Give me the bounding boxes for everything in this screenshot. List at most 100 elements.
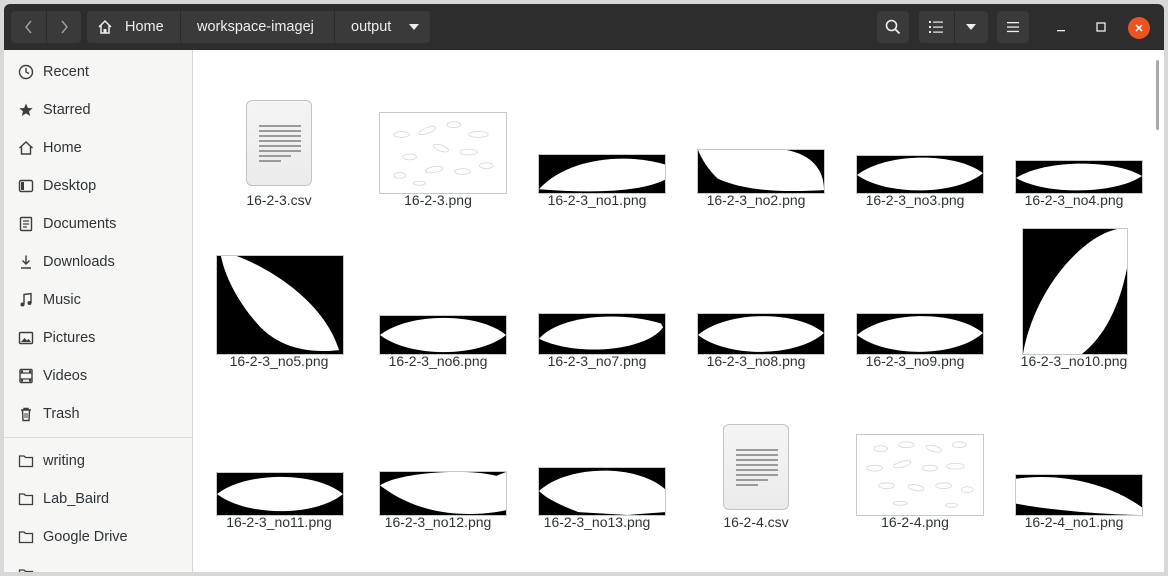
- sidebar-item-trash[interactable]: Trash: [4, 395, 192, 433]
- breadcrumb-home[interactable]: Home: [87, 11, 181, 43]
- sidebar-item-music[interactable]: Music: [4, 281, 192, 319]
- file-name: 16-2-4.csv: [723, 514, 789, 530]
- sidebar-item-label: Music: [43, 292, 81, 308]
- sidebar-item-downloads[interactable]: Downloads: [4, 243, 192, 281]
- picture-icon: [18, 330, 34, 346]
- file-item[interactable]: 16-2-3_no11.png: [204, 372, 354, 532]
- document-icon: [18, 216, 34, 232]
- maximize-icon: [1096, 22, 1106, 32]
- sidebar-item-home[interactable]: Home: [4, 129, 192, 167]
- sidebar-item-videos[interactable]: Videos: [4, 357, 192, 395]
- csv-document-icon: [723, 424, 789, 510]
- close-button[interactable]: [1128, 17, 1150, 39]
- sidebar-item-google-drive[interactable]: Google Drive: [4, 518, 192, 556]
- image-thumbnail: [697, 149, 825, 194]
- file-item[interactable]: 16-2-3_no8.png: [681, 211, 831, 371]
- menu-button[interactable]: [997, 11, 1029, 43]
- sidebar-item-label: Home: [43, 140, 82, 156]
- file-item[interactable]: 16-2-3_no7.png: [522, 211, 672, 371]
- sidebar-item-label: Videos: [43, 368, 88, 384]
- file-name: 16-2-3_no12.png: [384, 514, 492, 530]
- maximize-button[interactable]: [1089, 11, 1113, 43]
- chevron-down-icon: [966, 24, 977, 30]
- sidebar-item-pictures[interactable]: Pictures: [4, 319, 192, 357]
- sidebar-divider: [4, 437, 192, 438]
- file-name: 16-2-3_no6.png: [388, 353, 488, 369]
- sidebar-item-label: Documents: [43, 216, 117, 232]
- sidebar-item-label: Downloads: [43, 254, 115, 270]
- file-item[interactable]: 16-2-3.png: [363, 50, 513, 210]
- file-item[interactable]: 16-2-3_no4.png: [999, 50, 1149, 210]
- file-item[interactable]: 16-2-3_no10.png: [999, 211, 1149, 371]
- folder-icon: [18, 491, 34, 507]
- file-name: 16-2-3_no9.png: [865, 353, 965, 369]
- image-thumbnail: [538, 467, 666, 516]
- search-button[interactable]: [877, 11, 909, 43]
- view-dropdown-button[interactable]: [953, 11, 989, 43]
- list-view-icon: [929, 21, 944, 33]
- back-button[interactable]: [11, 11, 46, 43]
- scrollbar[interactable]: [1156, 60, 1159, 130]
- file-grid: 16-2-3.csv 16-2-3.png 16-2-3_no1.png 16-…: [194, 50, 1164, 572]
- image-thumbnail: [856, 434, 984, 516]
- sidebar-item-label: Pictures: [43, 330, 96, 346]
- chevron-right-icon: [61, 20, 68, 34]
- image-thumbnail: [1022, 228, 1128, 355]
- breadcrumb-label: workspace-imagej: [197, 19, 314, 35]
- csv-document-icon: [246, 100, 312, 186]
- breadcrumb-output[interactable]: output: [335, 11, 430, 43]
- clock-icon: [18, 64, 34, 80]
- file-item[interactable]: 16-2-3_no6.png: [363, 211, 513, 371]
- file-name: 16-2-3.csv: [246, 192, 312, 208]
- file-item[interactable]: 16-2-3_no3.png: [840, 50, 990, 210]
- sidebar-item-partial[interactable]: [4, 556, 192, 572]
- hamburger-menu-icon: [1007, 22, 1019, 33]
- image-thumbnail: [538, 154, 666, 194]
- sidebar-item-label: Recent: [43, 64, 89, 80]
- file-item[interactable]: 16-2-4_no1.png: [999, 372, 1149, 532]
- image-thumbnail: [1015, 160, 1143, 194]
- trash-icon: [18, 406, 34, 422]
- home-icon: [97, 19, 113, 35]
- file-name: 16-2-3_no5.png: [229, 353, 329, 369]
- file-item[interactable]: 16-2-3_no12.png: [363, 372, 513, 532]
- sidebar-item-recent[interactable]: Recent: [4, 53, 192, 91]
- sidebar-item-desktop[interactable]: Desktop: [4, 167, 192, 205]
- file-item[interactable]: 16-2-3_no9.png: [840, 211, 990, 371]
- folder-icon: [18, 529, 34, 545]
- breadcrumb-label: output: [351, 19, 392, 35]
- file-name: 16-2-3_no4.png: [1024, 192, 1124, 208]
- navigation-buttons: [11, 11, 81, 43]
- file-item[interactable]: 16-2-3.csv: [204, 50, 354, 210]
- sidebar-item-documents[interactable]: Documents: [4, 205, 192, 243]
- folder-icon: [18, 567, 34, 572]
- video-icon: [18, 368, 34, 384]
- file-item[interactable]: 16-2-3_no2.png: [681, 50, 831, 210]
- list-view-button[interactable]: [919, 11, 954, 43]
- minimize-icon: [1057, 30, 1065, 32]
- file-item[interactable]: 16-2-3_no1.png: [522, 50, 672, 210]
- home-icon: [18, 140, 34, 156]
- image-thumbnail: [1015, 474, 1143, 516]
- sidebar-item-starred[interactable]: Starred: [4, 91, 192, 129]
- image-thumbnail: [379, 112, 507, 194]
- breadcrumb-workspace-imagej[interactable]: workspace-imagej: [181, 11, 335, 43]
- file-item[interactable]: 16-2-3_no13.png: [522, 372, 672, 532]
- file-manager-window: Home workspace-imagej output Recent Star…: [4, 4, 1164, 572]
- image-thumbnail: [216, 472, 344, 516]
- sidebar-item-writing[interactable]: writing: [4, 442, 192, 480]
- file-item[interactable]: 16-2-4.png: [840, 372, 990, 532]
- header-bar: Home workspace-imagej output: [4, 4, 1164, 50]
- download-icon: [18, 254, 34, 270]
- view-options: [919, 11, 988, 43]
- file-item[interactable]: 16-2-4.csv: [681, 372, 831, 532]
- minimize-button[interactable]: [1049, 11, 1073, 43]
- chevron-down-icon[interactable]: [409, 24, 420, 30]
- chevron-left-icon: [24, 20, 32, 34]
- close-icon: [1135, 24, 1143, 32]
- forward-button[interactable]: [46, 11, 81, 43]
- file-name: 16-2-3_no7.png: [547, 353, 647, 369]
- sidebar-item-label: writing: [43, 453, 85, 469]
- file-item[interactable]: 16-2-3_no5.png: [204, 211, 354, 371]
- sidebar-item-lab-baird[interactable]: Lab_Baird: [4, 480, 192, 518]
